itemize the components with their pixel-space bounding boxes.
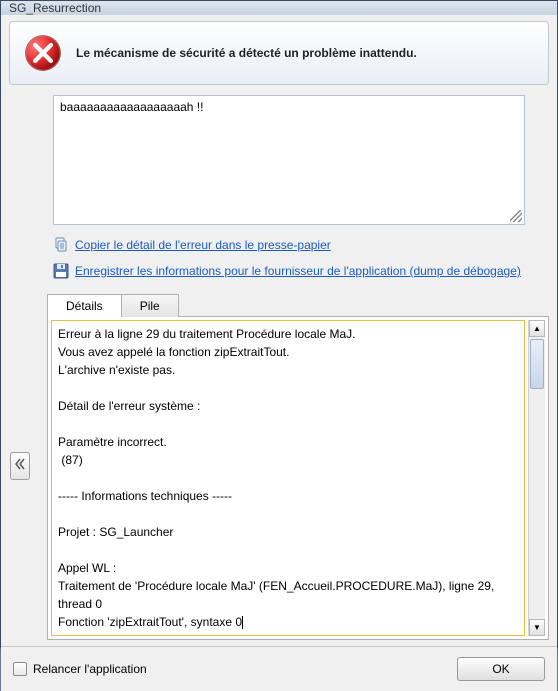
error-dialog: SG_Resurrection Le méca: [0, 0, 558, 648]
error-header: Le mécanisme de sécurité a détecté un pr…: [9, 21, 549, 85]
error-message: Le mécanisme de sécurité a détecté un pr…: [76, 46, 417, 60]
scroll-down-button[interactable]: ▼: [529, 619, 545, 636]
tab-strip: Détails Pile: [47, 293, 549, 316]
scroll-thumb[interactable]: [530, 339, 544, 389]
details-panel: Erreur à la ligne 29 du traitement Procé…: [47, 316, 549, 640]
window-title: SG_Resurrection: [9, 1, 101, 15]
text-caret: [242, 616, 243, 629]
scroll-up-button[interactable]: ▲: [529, 320, 545, 337]
tab-details[interactable]: Détails: [47, 294, 122, 317]
double-chevron-left-icon: [15, 457, 25, 474]
relaunch-label: Relancer l'application: [33, 662, 147, 676]
relaunch-checkbox[interactable]: [13, 662, 27, 676]
copy-icon: [53, 237, 69, 253]
dialog-footer: Relancer l'application OK: [1, 646, 557, 691]
copy-error-link[interactable]: Copier le détail de l'erreur dans le pre…: [75, 238, 331, 252]
details-textarea[interactable]: Erreur à la ligne 29 du traitement Procé…: [51, 320, 525, 636]
relaunch-checkbox-wrap[interactable]: Relancer l'application: [13, 662, 147, 676]
save-disk-icon: [53, 263, 69, 279]
dialog-content: Le mécanisme de sécurité a détecté un pr…: [1, 15, 557, 691]
scroll-track[interactable]: [529, 337, 545, 619]
tab-stack[interactable]: Pile: [121, 294, 179, 317]
title-bar[interactable]: SG_Resurrection: [1, 1, 557, 15]
error-icon: [22, 32, 64, 74]
save-dump-link[interactable]: Enregistrer les informations pour le fou…: [75, 264, 521, 278]
ok-button[interactable]: OK: [457, 657, 545, 681]
vertical-scrollbar[interactable]: ▲ ▼: [528, 320, 545, 636]
user-message-textarea[interactable]: [54, 96, 524, 224]
user-message-box: [53, 95, 525, 225]
collapse-toggle-button[interactable]: [10, 452, 30, 480]
